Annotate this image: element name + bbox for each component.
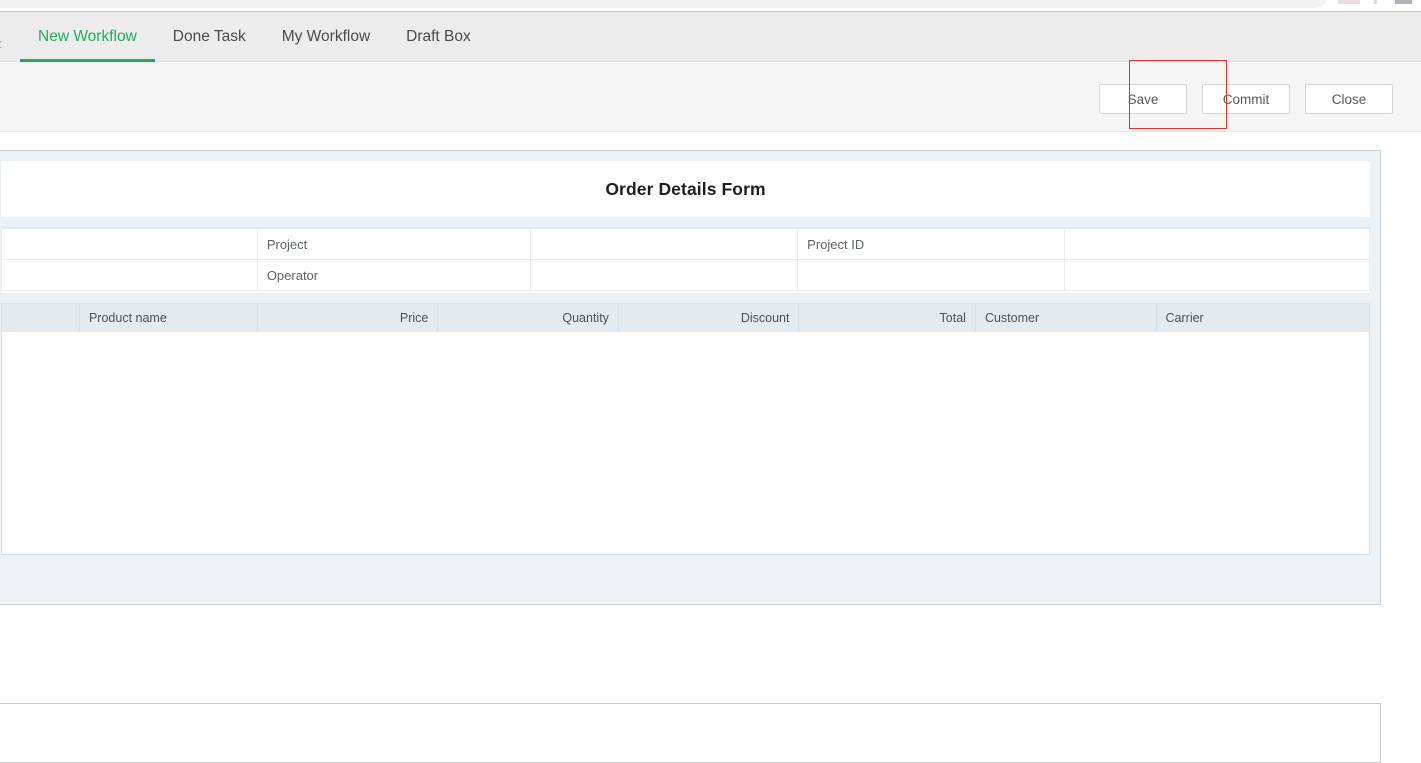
- form-fields-section: Project Project ID Operator: [1, 227, 1371, 293]
- form-label-operator: Operator: [256, 259, 532, 291]
- save-button-label: Save: [1127, 91, 1159, 107]
- grid-col-customer[interactable]: Customer: [974, 304, 1157, 333]
- tab-done-task-label: Done Task: [172, 28, 246, 45]
- grid-header-row: Product name Price Quantity Discount Tot…: [1, 304, 1371, 333]
- close-button[interactable]: Close: [1305, 84, 1393, 114]
- commit-button[interactable]: Commit: [1202, 84, 1290, 114]
- form-table: Project Project ID Operator: [1, 228, 1371, 291]
- tab-new-workflow[interactable]: New Workflow: [20, 12, 155, 62]
- toolbar-fragment-b: [1374, 0, 1377, 4]
- form-cell-r1c4[interactable]: [1063, 259, 1371, 291]
- tab-bar: : New Workflow Done Task My Workflow Dra…: [0, 11, 1421, 62]
- grid-col-product-name[interactable]: Product name: [78, 304, 258, 333]
- close-button-label: Close: [1331, 91, 1367, 107]
- tab-list: New Workflow Done Task My Workflow Draft…: [20, 12, 489, 62]
- tab-my-workflow-label: My Workflow: [281, 28, 371, 45]
- products-grid-header: Product name Price Quantity Discount Tot…: [1, 304, 1371, 333]
- form-row: Project Project ID: [1, 228, 1371, 260]
- window-chrome-sliver: [0, 0, 1421, 11]
- tab-draft-box-label: Draft Box: [406, 28, 471, 45]
- form-row: Operator: [1, 259, 1371, 291]
- products-grid-body[interactable]: [1, 332, 1370, 555]
- form-cell-r0c0[interactable]: [1, 228, 258, 260]
- form-input-operator[interactable]: [530, 259, 799, 291]
- tab-new-workflow-label: New Workflow: [38, 28, 137, 45]
- form-title-section: Order Details Form: [1, 161, 1370, 217]
- form-cell-r1c3: [797, 259, 1065, 291]
- toolbar-fragment-c: [1395, 0, 1412, 4]
- tab-draft-box[interactable]: Draft Box: [388, 12, 489, 62]
- form-input-project-id[interactable]: [1063, 228, 1371, 260]
- form-input-project[interactable]: [530, 228, 799, 260]
- form-label-project-id: Project ID: [797, 228, 1065, 260]
- tabbar-left-fragment: :: [0, 36, 3, 51]
- order-details-card: Order Details Form Project Project ID Op…: [0, 150, 1381, 605]
- grid-col-select[interactable]: [1, 304, 80, 333]
- grid-col-carrier[interactable]: Carrier: [1155, 304, 1371, 333]
- tab-my-workflow[interactable]: My Workflow: [264, 12, 388, 62]
- browser-tab-fragment: [0, 0, 1330, 8]
- grid-col-quantity[interactable]: Quantity: [437, 304, 619, 333]
- grid-col-discount[interactable]: Discount: [617, 304, 800, 333]
- products-grid-section: Product name Price Quantity Discount Tot…: [1, 303, 1371, 555]
- grid-col-price[interactable]: Price: [256, 304, 439, 333]
- page-body: Order Details Form Project Project ID Op…: [0, 133, 1421, 763]
- toolbar-fragment-a: [1338, 0, 1360, 4]
- action-button-group: Save Commit Close: [1099, 84, 1393, 114]
- tab-done-task[interactable]: Done Task: [155, 12, 264, 62]
- card-footer-strip: [1, 565, 1370, 577]
- commit-button-label: Commit: [1222, 91, 1270, 107]
- form-label-project: Project: [256, 228, 532, 260]
- grid-col-total[interactable]: Total: [798, 304, 976, 333]
- action-bar: Save Commit Close: [0, 62, 1421, 132]
- lower-panel: [0, 703, 1381, 763]
- page-title: Order Details Form: [605, 178, 766, 199]
- form-cell-r1c0[interactable]: [1, 259, 258, 291]
- save-button[interactable]: Save: [1099, 84, 1187, 114]
